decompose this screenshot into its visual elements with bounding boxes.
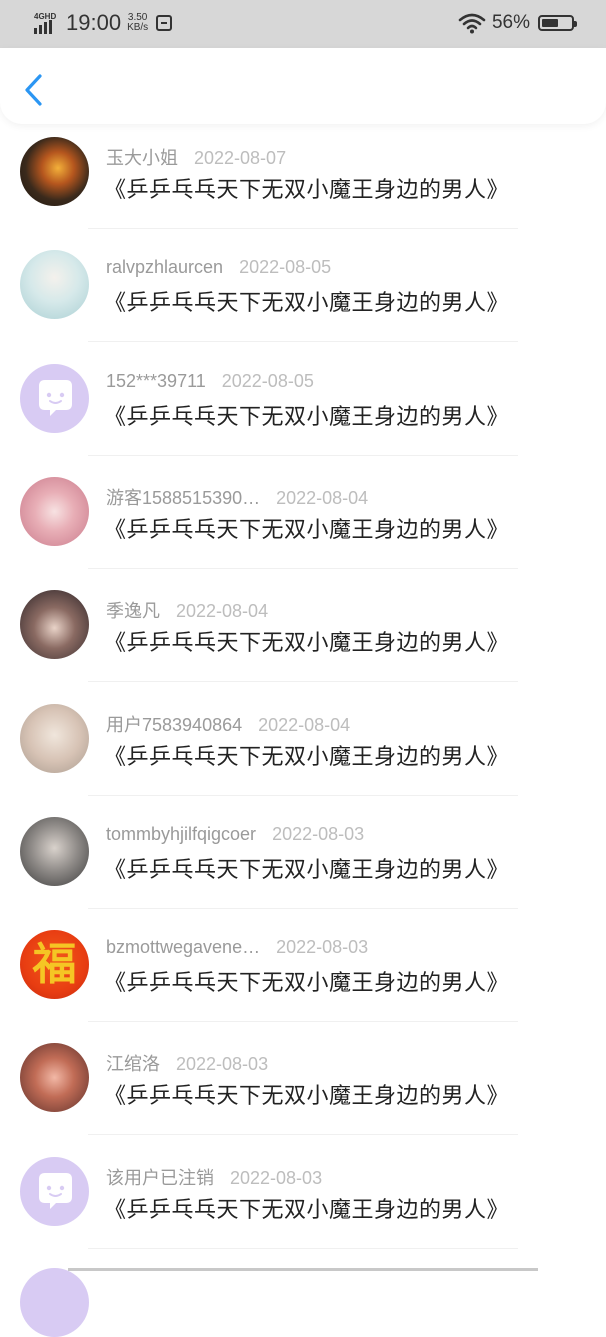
avatar [20,1268,89,1337]
date: 2022-08-04 [258,714,351,735]
list-item[interactable]: 该用户已注销 2022-08-03 《乒乒乓乓天下无双小魔王身边的男人》 [0,1136,606,1249]
item-title: 《乒乒乓乓天下无双小魔王身边的男人》 [104,970,510,996]
item-title: 《乒乒乓乓天下无双小魔王身边的男人》 [104,516,510,542]
username: 用户7583940864 [106,714,243,735]
item-meta: 江绾洛 2022-08-03 [106,1050,268,1076]
status-bar: 4GHD 19:00 3.50 KB/s 56% [0,0,606,48]
chat-bubble-icon [39,379,72,416]
date: 2022-08-04 [276,487,369,508]
item-title: 《乒乒乓乓天下无双小魔王身边的男人》 [104,290,510,316]
battery-icon [538,15,577,31]
item-meta: 152***39711 2022-08-05 [106,371,314,392]
list-item[interactable]: 季逸凡 2022-08-04 《乒乒乓乓天下无双小魔王身边的男人》 [0,569,606,683]
list-item[interactable]: 福 bzmottwegavene… 2022-08-03 《乒乒乓乓天下无双小魔王身边… [0,909,606,1023]
notification-app-icon [156,15,173,31]
avatar [20,137,89,206]
avatar [20,1156,89,1226]
item-meta: 玉大小姐 2022-08-07 [106,144,286,170]
avatar [20,250,89,320]
item-meta: ralvpzhlaurcen 2022-08-05 [106,257,331,278]
list-item[interactable]: tommbyhjilfqigcoer 2022-08-03 《乒乒乓乓天下无双小魔王… [0,796,606,909]
list-item[interactable]: 游客1588515390… 2022-08-04 《乒乒乓乓天下无双小魔王身边的男人… [0,456,606,569]
item-title: 《乒乒乓乓天下无双小魔王身边的男人》 [104,743,510,769]
avatar [20,703,89,773]
list-item[interactable]: ralvpzhlaurcen 2022-08-05 《乒乒乓乓天下无双小魔王身边的男… [0,229,606,343]
list-item[interactable]: 用户7583940864 2022-08-04 《乒乒乓乓天下无双小魔王身边的男人》 [0,683,606,796]
date: 2022-08-04 [176,601,269,622]
chat-bubble-icon [39,1172,72,1209]
date: 2022-08-03 [176,1054,269,1075]
date: 2022-08-03 [230,1167,323,1188]
divider [88,1247,518,1249]
item-meta: bzmottwegavene… 2022-08-03 [106,937,368,958]
item-meta: 该用户已注销 2022-08-03 [106,1164,322,1190]
username: 152***39711 [106,370,206,391]
clock: 19:00 [66,10,122,35]
avatar [20,1043,89,1113]
date: 2022-08-03 [272,823,365,844]
nav-header [0,48,606,124]
date: 2022-08-07 [194,148,287,168]
username: 游客1588515390… [106,487,261,508]
item-meta: 用户7583940864 2022-08-04 [106,711,350,737]
item-title: 《乒乒乓乓天下无双小魔王身边的男人》 [104,1083,510,1109]
date: 2022-08-03 [276,937,369,958]
avatar [20,476,89,546]
item-title: 《乒乒乓乓天下无双小魔王身边的男人》 [104,177,510,202]
username: bzmottwegavene… [106,937,261,958]
item-title: 《乒乒乓乓天下无双小魔王身边的男人》 [104,856,510,882]
list-item[interactable]: 玉大小姐 2022-08-07 《乒乒乓乓天下无双小魔王身边的男人》 [0,116,606,229]
item-title: 《乒乒乓乓天下无双小魔王身边的男人》 [104,403,510,429]
list-item[interactable]: 152***39711 2022-08-05 《乒乒乓乓天下无双小魔王身边的男人》 [0,343,606,456]
wifi-icon [458,13,486,34]
username: 该用户已注销 [106,1167,214,1188]
network-speed: 3.50 KB/s [127,13,148,33]
avatar [20,363,89,433]
item-title: 《乒乒乓乓天下无双小魔王身边的男人》 [104,1196,510,1222]
avatar-fu-text: 福 [32,939,77,991]
avatar: 福 [20,930,89,1000]
status-left: 4GHD 19:00 3.50 KB/s [34,10,173,36]
scroll-shadow [68,1268,538,1271]
avatar [20,590,89,660]
list-item[interactable]: 江绾洛 2022-08-03 《乒乒乓乓天下无双小魔王身边的男人》 [0,1022,606,1136]
cellular-signal-icon: 4GHD [34,12,58,34]
battery-percent: 56% [491,12,530,33]
username: 季逸凡 [106,601,160,622]
status-right: 56% [458,12,577,34]
item-meta: tommbyhjilfqigcoer 2022-08-03 [106,824,364,845]
username: 玉大小姐 [106,148,178,168]
date: 2022-08-05 [239,257,332,278]
username: 江绾洛 [106,1054,160,1075]
username: tommbyhjilfqigcoer [106,823,257,844]
back-button[interactable] [18,72,50,108]
network-speed-unit: KB/s [127,22,149,33]
username: ralvpzhlaurcen [106,257,224,278]
item-meta: 季逸凡 2022-08-04 [106,597,268,623]
item-title: 《乒乒乓乓天下无双小魔王身边的男人》 [104,630,510,656]
avatar [20,816,89,886]
battery-fill [542,19,558,27]
date: 2022-08-05 [221,370,314,391]
next-row-peek [0,1268,606,1337]
item-meta: 游客1588515390… 2022-08-04 [106,484,368,510]
